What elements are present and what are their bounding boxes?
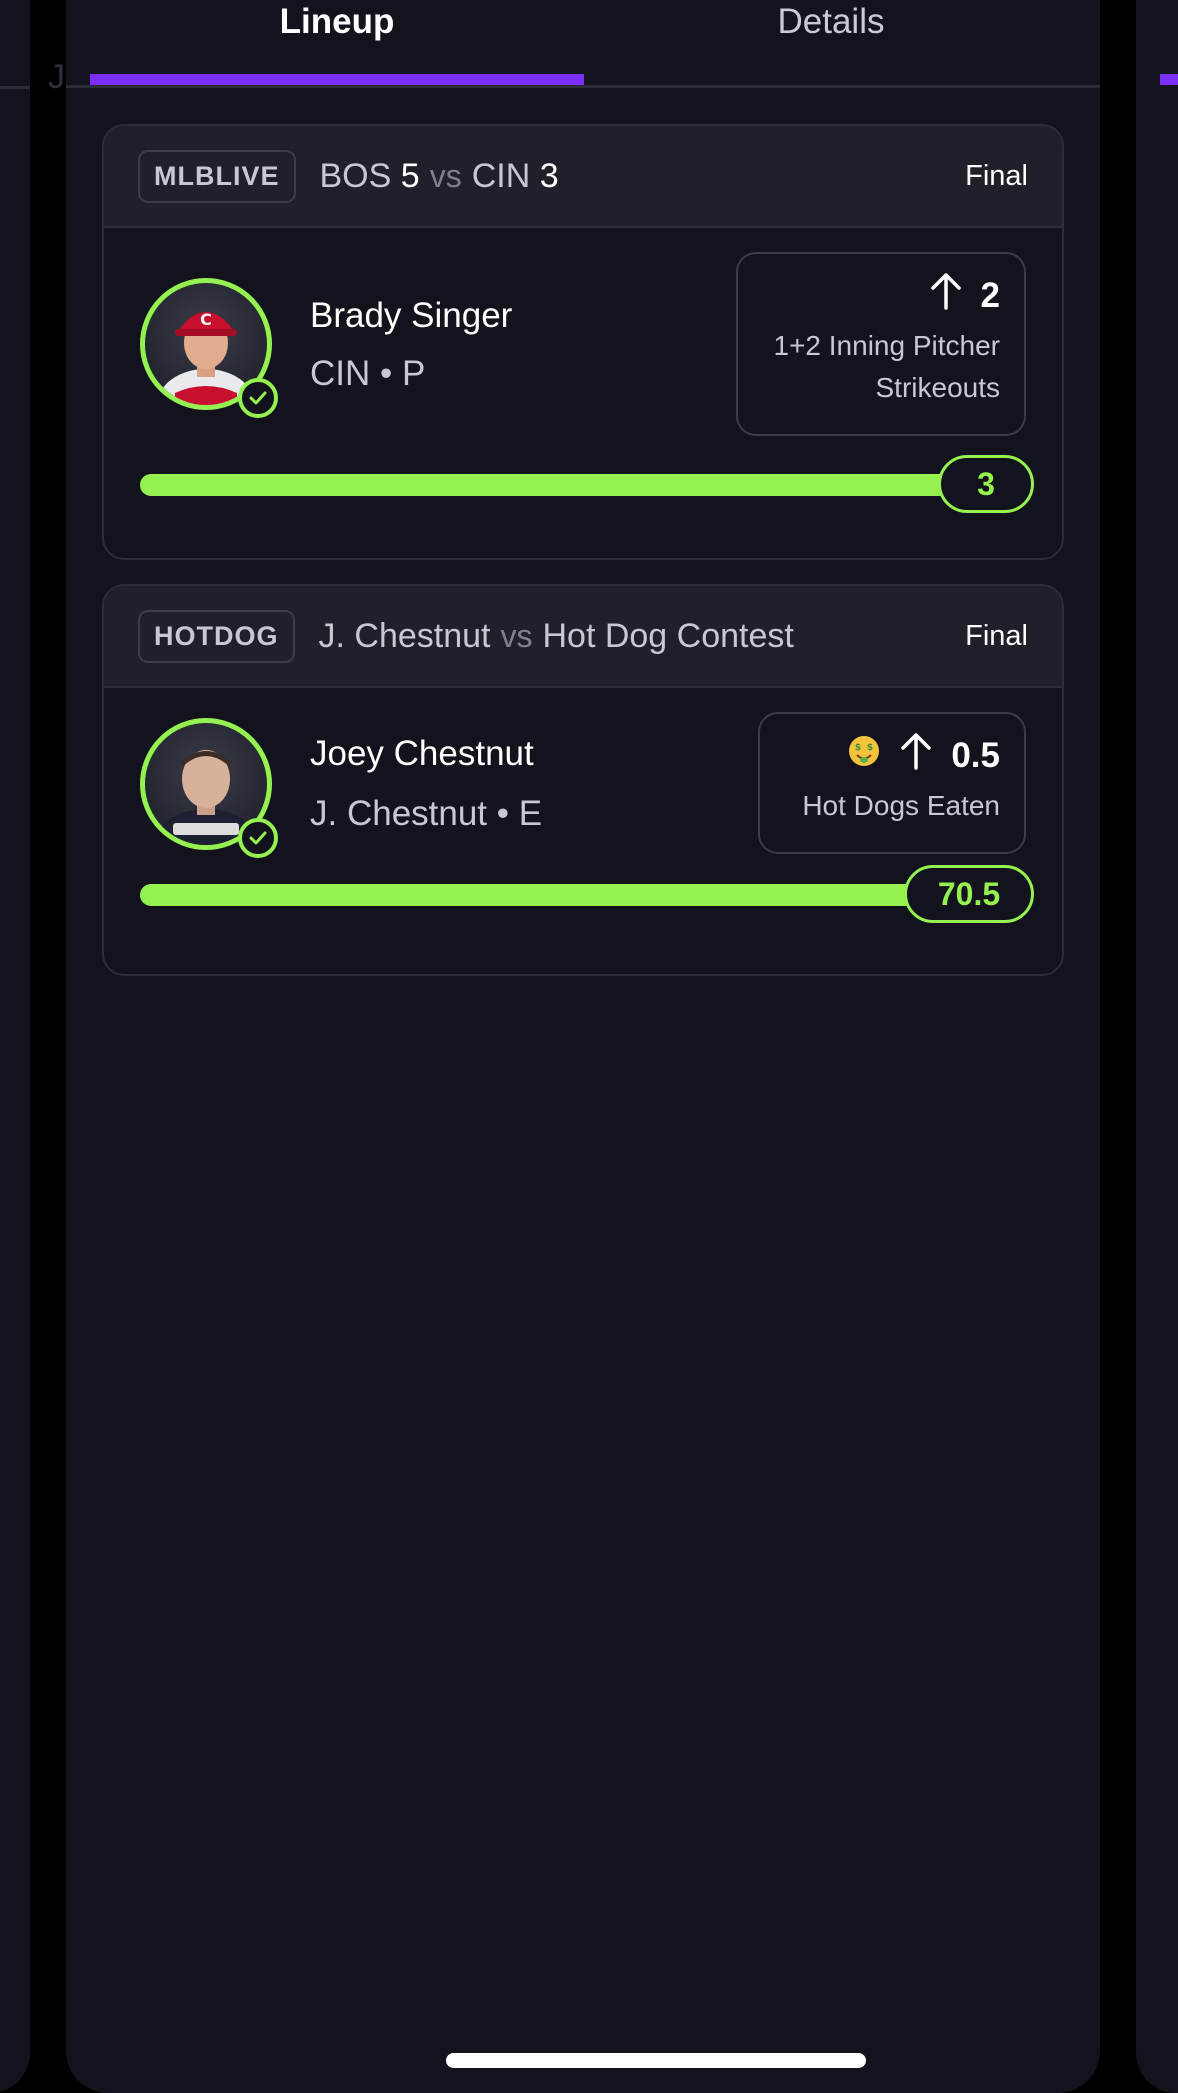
prop-description: 1+2 Inning Pitcher Strikeouts bbox=[773, 330, 1001, 403]
prop-box[interactable]: 2 1+2 Inning Pitcher Strikeouts bbox=[736, 252, 1026, 436]
progress-track bbox=[140, 884, 968, 906]
next-card-tab-indicator bbox=[1160, 74, 1178, 85]
prop-line: $ $ 0.5 bbox=[784, 732, 1000, 779]
progress-row: 70.5 bbox=[104, 858, 1062, 948]
progress-row: 3 bbox=[104, 448, 1062, 538]
tab-details-label: Details bbox=[777, 2, 885, 41]
prop-box[interactable]: $ $ 0.5 Hot Dogs Eaten bbox=[758, 712, 1026, 854]
peek-letter: J bbox=[48, 58, 65, 96]
result-value-badge: 3 bbox=[938, 455, 1034, 513]
game-status: Final bbox=[965, 619, 1028, 652]
prop-line-value: 0.5 bbox=[951, 735, 1000, 775]
league-badge: HOTDOG bbox=[138, 609, 295, 663]
player-avatar[interactable]: C bbox=[140, 278, 278, 418]
result-value-badge: 70.5 bbox=[904, 865, 1034, 923]
home-score: 3 bbox=[539, 156, 559, 195]
player-row: Joey Chestnut J. Chestnut • E $ $ 0.5 Ho… bbox=[104, 688, 1062, 858]
progress-track bbox=[140, 474, 968, 496]
player-team-position: CIN • P bbox=[310, 354, 426, 393]
game-status: Final bbox=[965, 159, 1028, 192]
matchup: J. Chestnut vs Hot Dog Contest bbox=[319, 617, 794, 656]
next-card-peek[interactable] bbox=[1136, 0, 1178, 2093]
pick-card[interactable]: MLBLIVE BOS 5 vs CIN 3 Final C Brady Sin… bbox=[102, 124, 1064, 560]
league-badge: MLBLIVE bbox=[138, 149, 296, 203]
home-team: Hot Dog Contest bbox=[542, 616, 794, 655]
player-avatar[interactable] bbox=[140, 718, 278, 858]
progress-fill bbox=[140, 474, 968, 496]
home-indicator[interactable] bbox=[446, 2053, 866, 2068]
prop-line: 2 bbox=[762, 272, 1000, 319]
matchup: BOS 5 vs CIN 3 bbox=[320, 157, 559, 196]
svg-text:C: C bbox=[200, 310, 212, 329]
player-row: C Brady Singer CIN • P 2 1+2 Inning Pitc… bbox=[104, 228, 1062, 448]
home-team: CIN bbox=[471, 156, 531, 195]
checkmark-icon bbox=[238, 378, 278, 418]
active-tab-indicator bbox=[90, 74, 584, 85]
player-team-position: J. Chestnut • E bbox=[310, 794, 543, 833]
player-name[interactable]: Joey Chestnut bbox=[310, 734, 534, 774]
svg-text:$: $ bbox=[867, 743, 873, 753]
tab-details[interactable]: Details bbox=[584, 0, 1078, 86]
vs-label: vs bbox=[429, 157, 462, 194]
svg-text:$: $ bbox=[855, 743, 861, 753]
arrow-up-icon bbox=[929, 272, 963, 319]
pick-card[interactable]: HOTDOG J. Chestnut vs Hot Dog Contest Fi… bbox=[102, 584, 1064, 976]
previous-card-divider bbox=[0, 86, 30, 89]
pick-card-header: HOTDOG J. Chestnut vs Hot Dog Contest Fi… bbox=[104, 586, 1062, 688]
vs-label: vs bbox=[500, 617, 533, 654]
away-team: BOS bbox=[319, 156, 392, 195]
checkmark-icon bbox=[238, 818, 278, 858]
pick-card-header: MLBLIVE BOS 5 vs CIN 3 Final bbox=[104, 126, 1062, 228]
prop-description: Hot Dogs Eaten bbox=[802, 790, 1000, 821]
tab-bar: Lineup Details bbox=[66, 0, 1100, 88]
lineup-sheet: Lineup Details MLBLIVE BOS 5 vs CIN 3 Fi… bbox=[66, 0, 1100, 2093]
prop-line-value: 2 bbox=[980, 275, 1000, 315]
previous-card-peek[interactable]: J bbox=[0, 0, 65, 2093]
money-face-icon: $ $ bbox=[847, 734, 881, 777]
away-score: 5 bbox=[400, 156, 420, 195]
player-name[interactable]: Brady Singer bbox=[310, 296, 512, 336]
progress-fill bbox=[140, 884, 968, 906]
arrow-up-icon bbox=[899, 732, 933, 779]
away-team: J. Chestnut bbox=[318, 616, 491, 655]
